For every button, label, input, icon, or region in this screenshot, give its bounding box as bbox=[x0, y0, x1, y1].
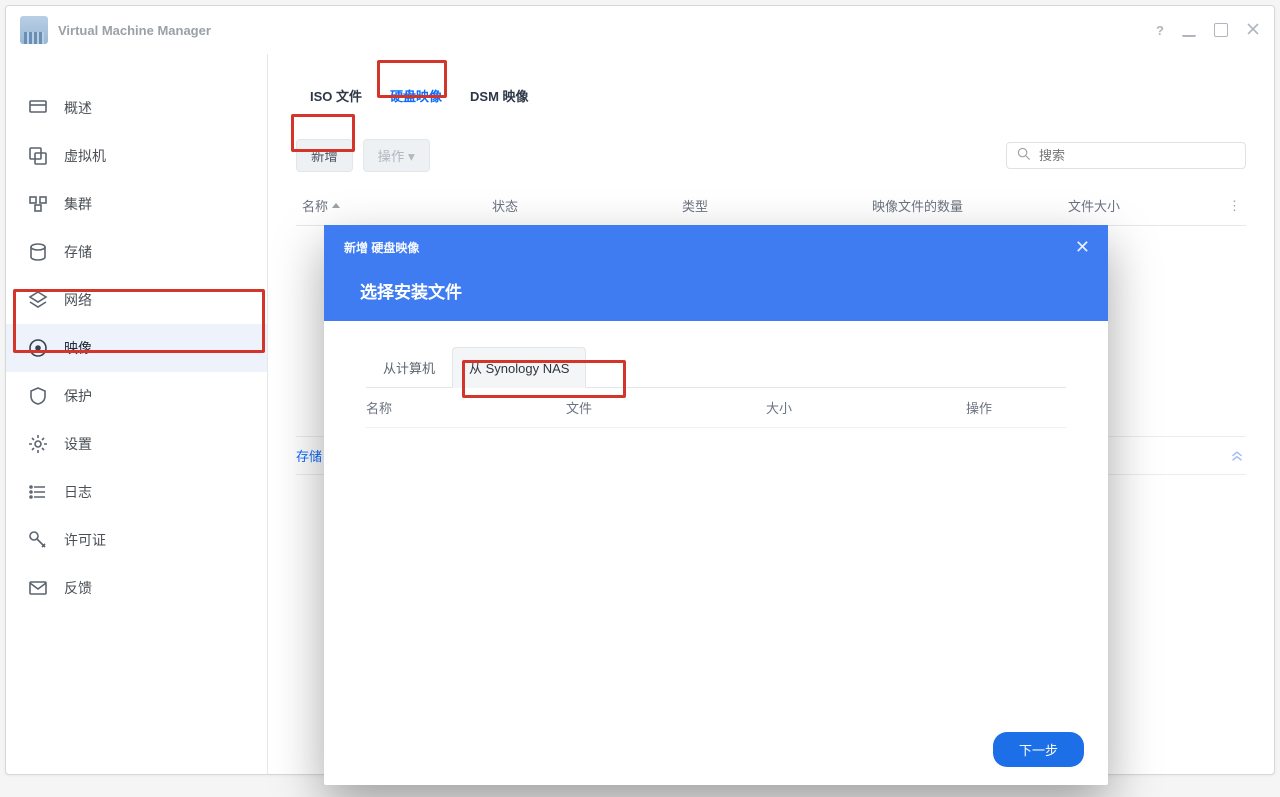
sidebar-item-label: 保护 bbox=[64, 386, 92, 406]
sidebar-item-network[interactable]: 网络 bbox=[6, 276, 267, 324]
sidebar-item-image[interactable]: 映像 bbox=[6, 324, 267, 372]
tab-from-computer[interactable]: 从计算机 bbox=[366, 347, 452, 388]
maximize-icon[interactable] bbox=[1214, 23, 1228, 37]
minimize-icon[interactable] bbox=[1182, 23, 1196, 37]
sidebar-item-license[interactable]: 许可证 bbox=[6, 516, 267, 564]
network-icon bbox=[28, 290, 48, 310]
sidebar-item-label: 映像 bbox=[64, 338, 92, 358]
sidebar-item-label: 虚拟机 bbox=[64, 146, 106, 166]
tab-from-nas[interactable]: 从 Synology NAS bbox=[452, 347, 586, 388]
vm-icon bbox=[28, 146, 48, 166]
dcol-size: 大小 bbox=[766, 398, 966, 417]
chevron-collapse-icon bbox=[1228, 445, 1246, 466]
cluster-icon bbox=[28, 194, 48, 214]
sidebar-item-label: 反馈 bbox=[64, 578, 92, 598]
sidebar-item-protect[interactable]: 保护 bbox=[6, 372, 267, 420]
search-icon bbox=[1017, 147, 1031, 164]
storage-label: 存储 bbox=[296, 446, 322, 465]
sidebar-item-logs[interactable]: 日志 bbox=[6, 468, 267, 516]
image-icon bbox=[28, 338, 48, 358]
app-icon bbox=[20, 16, 48, 44]
dialog-table-header: 名称 文件 大小 操作 bbox=[366, 388, 1066, 428]
key-icon bbox=[28, 530, 48, 550]
sidebar-item-label: 许可证 bbox=[64, 530, 106, 550]
app-title: Virtual Machine Manager bbox=[58, 23, 211, 38]
sidebar-item-cluster[interactable]: 集群 bbox=[6, 180, 267, 228]
sidebar-item-settings[interactable]: 设置 bbox=[6, 420, 267, 468]
sidebar-item-label: 日志 bbox=[64, 482, 92, 502]
tab-iso[interactable]: ISO 文件 bbox=[296, 82, 376, 109]
add-image-dialog: 新增 硬盘映像 ✕ 选择安装文件 从计算机 从 Synology NAS 名称 … bbox=[324, 225, 1108, 785]
sidebar-item-feedback[interactable]: 反馈 bbox=[6, 564, 267, 612]
overview-icon bbox=[28, 98, 48, 118]
sidebar-item-label: 存储 bbox=[64, 242, 92, 262]
dialog-close-icon[interactable]: ✕ bbox=[1075, 237, 1090, 258]
storage-icon bbox=[28, 242, 48, 262]
source-tabs: 从计算机 从 Synology NAS bbox=[366, 347, 1066, 388]
dialog-title: 选择安装文件 bbox=[360, 278, 1088, 303]
gear-icon bbox=[28, 434, 48, 454]
chevron-down-icon: ▾ bbox=[408, 149, 415, 164]
more-columns-icon[interactable]: ⋮ bbox=[1222, 196, 1246, 215]
close-icon[interactable] bbox=[1246, 22, 1260, 39]
col-type[interactable]: 类型 bbox=[676, 196, 866, 215]
search-box[interactable] bbox=[1006, 142, 1246, 169]
sidebar: 概述 虚拟机 集群 存储 网络 映像 保护 设置 日志 许可证 反馈 bbox=[6, 54, 268, 774]
sidebar-item-label: 设置 bbox=[64, 434, 92, 454]
dcol-name: 名称 bbox=[366, 398, 566, 417]
table-header: 名称 状态 类型 映像文件的数量 文件大小 ⋮ bbox=[296, 196, 1246, 226]
tab-dsm[interactable]: DSM 映像 bbox=[456, 82, 543, 109]
search-input[interactable] bbox=[1039, 148, 1235, 163]
sort-asc-icon bbox=[332, 203, 340, 208]
col-status[interactable]: 状态 bbox=[486, 196, 676, 215]
sidebar-item-overview[interactable]: 概述 bbox=[6, 84, 267, 132]
sidebar-item-label: 概述 bbox=[64, 98, 92, 118]
sidebar-item-label: 集群 bbox=[64, 194, 92, 214]
shield-icon bbox=[28, 386, 48, 406]
mail-icon bbox=[28, 578, 48, 598]
dcol-ops: 操作 bbox=[966, 398, 1066, 417]
sidebar-item-label: 网络 bbox=[64, 290, 92, 310]
image-tabs: ISO 文件 硬盘映像 DSM 映像 bbox=[296, 82, 1246, 109]
dialog-breadcrumb: 新增 硬盘映像 bbox=[344, 239, 1088, 256]
list-icon bbox=[28, 482, 48, 502]
sidebar-item-storage[interactable]: 存储 bbox=[6, 228, 267, 276]
help-icon[interactable]: ? bbox=[1156, 23, 1164, 38]
col-count[interactable]: 映像文件的数量 bbox=[866, 196, 1062, 215]
dcol-file: 文件 bbox=[566, 398, 766, 417]
ops-label: 操作 bbox=[378, 149, 405, 164]
col-size[interactable]: 文件大小 bbox=[1062, 196, 1222, 215]
tab-disk-image[interactable]: 硬盘映像 bbox=[376, 82, 456, 109]
next-button[interactable]: 下一步 bbox=[993, 732, 1084, 767]
titlebar: Virtual Machine Manager ? bbox=[6, 6, 1274, 54]
add-button[interactable]: 新增 bbox=[296, 139, 353, 172]
sidebar-item-vm[interactable]: 虚拟机 bbox=[6, 132, 267, 180]
operations-button[interactable]: 操作 ▾ bbox=[363, 139, 430, 172]
col-name[interactable]: 名称 bbox=[296, 196, 486, 215]
